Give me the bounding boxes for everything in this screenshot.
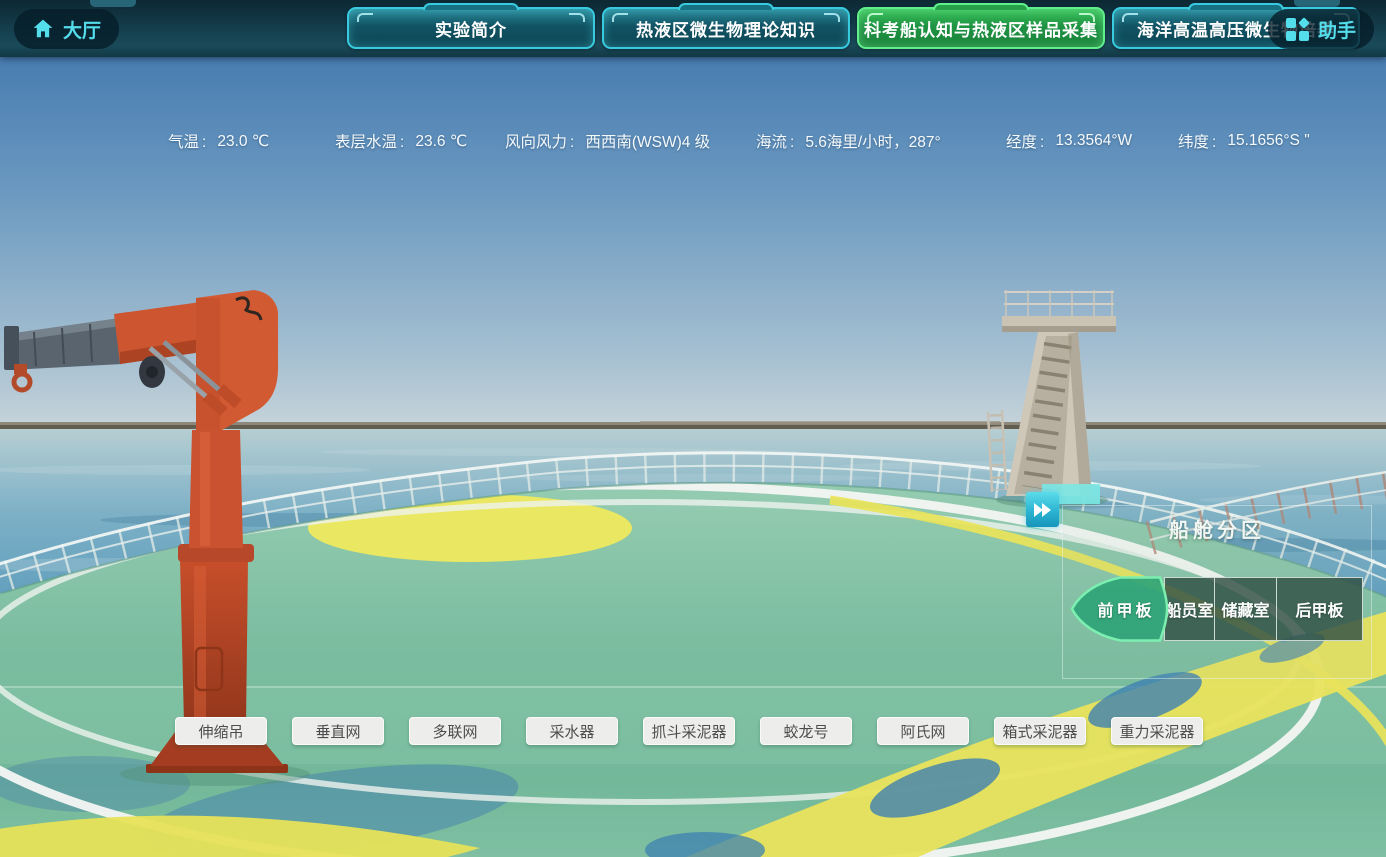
assistant-button[interactable]: 助手 [1268, 9, 1374, 49]
home-icon [32, 18, 54, 40]
compartment-panel-title: 船舱分区 [1063, 514, 1371, 543]
tab-label: 科考船认知与热液区样品采集 [864, 16, 1098, 41]
assistant-label: 助手 [1318, 16, 1356, 43]
ship-compartment-diagram: 前甲板 船员室 储藏室 后甲板 [1070, 575, 1363, 643]
equipment-button-telescopic-crane[interactable]: 伸缩吊 [175, 717, 267, 745]
equipment-button-gravity-corer[interactable]: 重力采泥器 [1111, 717, 1203, 745]
compartment-label: 前甲板 [1092, 575, 1160, 643]
compartment-panel: 船舱分区 前甲板 船员室 储藏室 后甲板 [1062, 505, 1372, 679]
home-nub [90, 0, 136, 7]
env-surface-water-temp: 表层水温 23.6 ℃ [335, 130, 467, 152]
tab-notch [423, 3, 519, 10]
equipment-button-vertical-net[interactable]: 垂直网 [292, 717, 384, 745]
compartment-foredeck-button[interactable]: 前甲板 [1070, 575, 1176, 643]
panel-collapse-button[interactable] [1026, 492, 1059, 527]
equipment-button-row: 伸缩吊 垂直网 多联网 采水器 抓斗采泥器 蛟龙号 阿氏网 箱式采泥器 重力采泥… [175, 717, 1203, 745]
tab-notch [678, 3, 774, 10]
tab-bar: 实验简介 热液区微生物理论知识 科考船认知与热液区样品采集 海洋高温高压微生物培… [347, 7, 1360, 49]
env-latitude: 纬度 15.1656°S " [1178, 130, 1310, 152]
tab-experiment-intro[interactable]: 实验简介 [347, 7, 595, 49]
equipment-button-jiaolong[interactable]: 蛟龙号 [760, 717, 852, 745]
corner-bracket-icon [1079, 13, 1095, 22]
equipment-button-agassiz-net[interactable]: 阿氏网 [877, 717, 969, 745]
corner-bracket-icon [824, 13, 840, 22]
tab-notch [933, 3, 1029, 10]
corner-bracket-icon [569, 13, 585, 22]
compartment-aftdeck-button[interactable]: 后甲板 [1276, 577, 1363, 641]
corner-bracket-icon [357, 13, 373, 22]
compartment-label: 后甲板 [1295, 597, 1343, 621]
compartment-storage-room-button[interactable]: 储藏室 [1214, 577, 1277, 641]
tab-hydrothermal-theory[interactable]: 热液区微生物理论知识 [602, 7, 850, 49]
compartment-label: 储藏室 [1221, 597, 1269, 621]
home-label: 大厅 [63, 16, 101, 43]
app-window: 大厅 实验简介 热液区微生物理论知识 科考船认知与热液区样品采集 [0, 0, 1386, 857]
top-navbar: 大厅 实验简介 热液区微生物理论知识 科考船认知与热液区样品采集 [0, 0, 1386, 57]
corner-bracket-icon [867, 13, 883, 22]
env-wind: 风向风力 西西南(WSW)4 级 [505, 130, 710, 152]
env-air-temp: 气温 23.0 ℃ [168, 130, 269, 152]
equipment-button-water-sampler[interactable]: 采水器 [526, 717, 618, 745]
equipment-button-box-corer[interactable]: 箱式采泥器 [994, 717, 1086, 745]
equipment-button-multi-net[interactable]: 多联网 [409, 717, 501, 745]
env-longitude: 经度 13.3564°W [1006, 130, 1132, 152]
assistant-icon [1286, 18, 1309, 41]
home-button[interactable]: 大厅 [14, 9, 119, 49]
tab-label: 热液区微生物理论知识 [636, 16, 816, 41]
corner-bracket-icon [1122, 13, 1138, 22]
tab-ship-sampling[interactable]: 科考船认知与热液区样品采集 [857, 7, 1105, 49]
environment-info-bar: 气温 23.0 ℃ 表层水温 23.6 ℃ 风向风力 西西南(WSW)4 级 海… [0, 130, 1386, 154]
tab-label: 实验简介 [435, 16, 507, 41]
equipment-button-grab-sampler[interactable]: 抓斗采泥器 [643, 717, 735, 745]
corner-bracket-icon [612, 13, 628, 22]
tab-notch [1188, 3, 1284, 10]
assistant-nub [1294, 0, 1340, 7]
fast-forward-icon [1042, 503, 1051, 517]
env-current: 海流 5.6海里/小时，287° [756, 130, 941, 152]
